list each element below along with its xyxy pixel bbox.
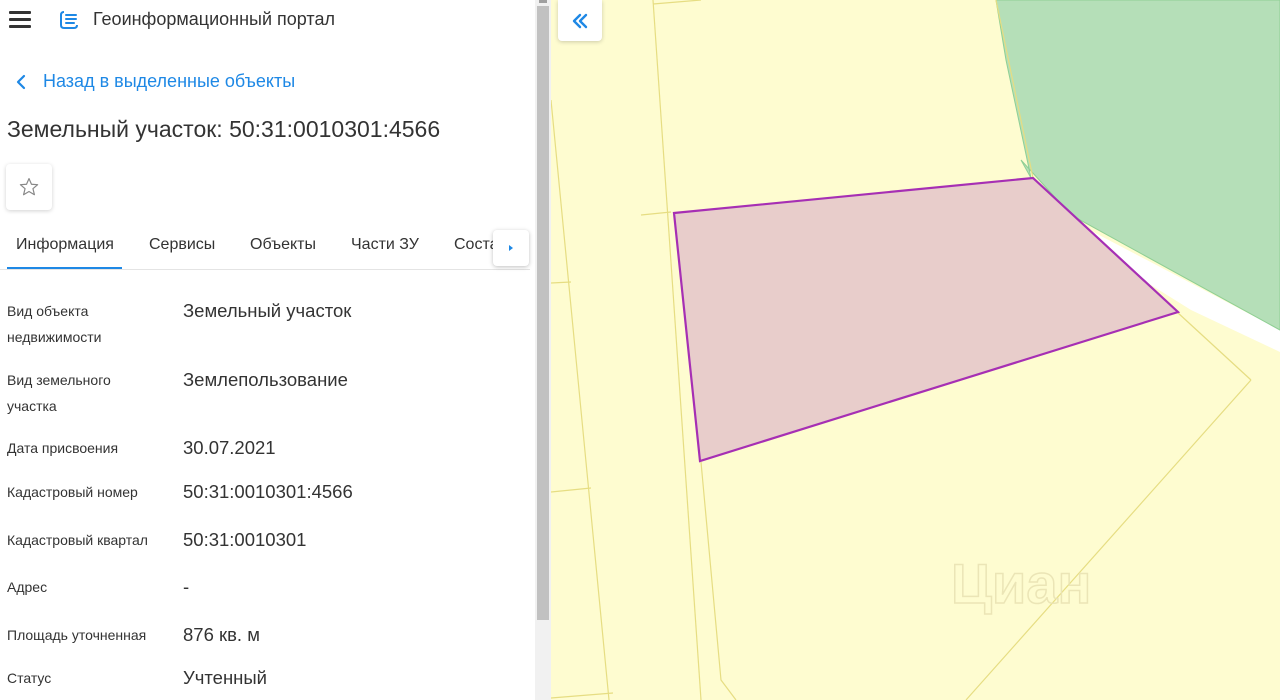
property-label: Вид объекта недвижимости (7, 303, 102, 345)
property-label: Кадастровый номер (7, 484, 138, 500)
panel-scrollbar[interactable] (535, 0, 551, 700)
property-value: Учтенный (183, 667, 268, 688)
property-value: Землепользование (183, 369, 348, 390)
property-value: 876 кв. м (183, 624, 260, 645)
active-tab-indicator (7, 267, 122, 269)
property-value: 50:31:0010301 (183, 529, 307, 550)
property-value: 30.07.2021 (183, 437, 276, 458)
map-view[interactable]: Циан (551, 0, 1280, 700)
scroll-up-arrow[interactable] (539, 0, 547, 3)
info-panel: Геоинформационный портал Назад в выделен… (0, 0, 535, 700)
caret-right-icon (509, 245, 513, 251)
portal-logo-icon (60, 11, 78, 29)
tab-objects[interactable]: Объекты (250, 236, 316, 254)
tab-parts[interactable]: Части ЗУ (351, 236, 419, 254)
star-icon (19, 177, 39, 196)
map-canvas[interactable]: Циан (551, 0, 1280, 700)
tab-information[interactable]: Информация (16, 236, 114, 254)
property-label: Адрес (7, 579, 48, 595)
double-chevron-left-icon (572, 13, 588, 28)
scrollbar-thumb[interactable] (537, 6, 549, 620)
favorite-button[interactable] (6, 164, 52, 210)
property-label: Площадь уточненная (7, 627, 147, 643)
app-title: Геоинформационный портал (93, 9, 335, 29)
property-value: Земельный участок (183, 300, 352, 321)
tab-bar: Информация Сервисы Объекты Части ЗУ Сост… (0, 226, 530, 270)
top-bar: Геоинформационный портал (0, 0, 535, 40)
hamburger-icon[interactable] (9, 11, 31, 29)
property-label: Кадастровый квартал (7, 532, 148, 548)
chevron-left-icon (16, 74, 26, 89)
back-to-selected-link[interactable]: Назад в выделенные объекты (12, 71, 295, 92)
tab-services[interactable]: Сервисы (149, 236, 215, 254)
property-value: - (183, 576, 190, 597)
property-label: Дата присвоения (7, 440, 119, 456)
tabs-scroll-right-button[interactable] (493, 230, 529, 266)
back-link-label: Назад в выделенные объекты (43, 71, 296, 91)
page-title: Земельный участок: 50:31:0010301:4566 (7, 116, 441, 142)
property-value: 50:31:0010301:4566 (183, 481, 353, 502)
map-watermark: Циан (951, 552, 1091, 615)
property-label: Статус (7, 670, 52, 686)
collapse-panel-button[interactable] (558, 0, 602, 41)
property-label: Вид земельного участка (7, 372, 111, 414)
